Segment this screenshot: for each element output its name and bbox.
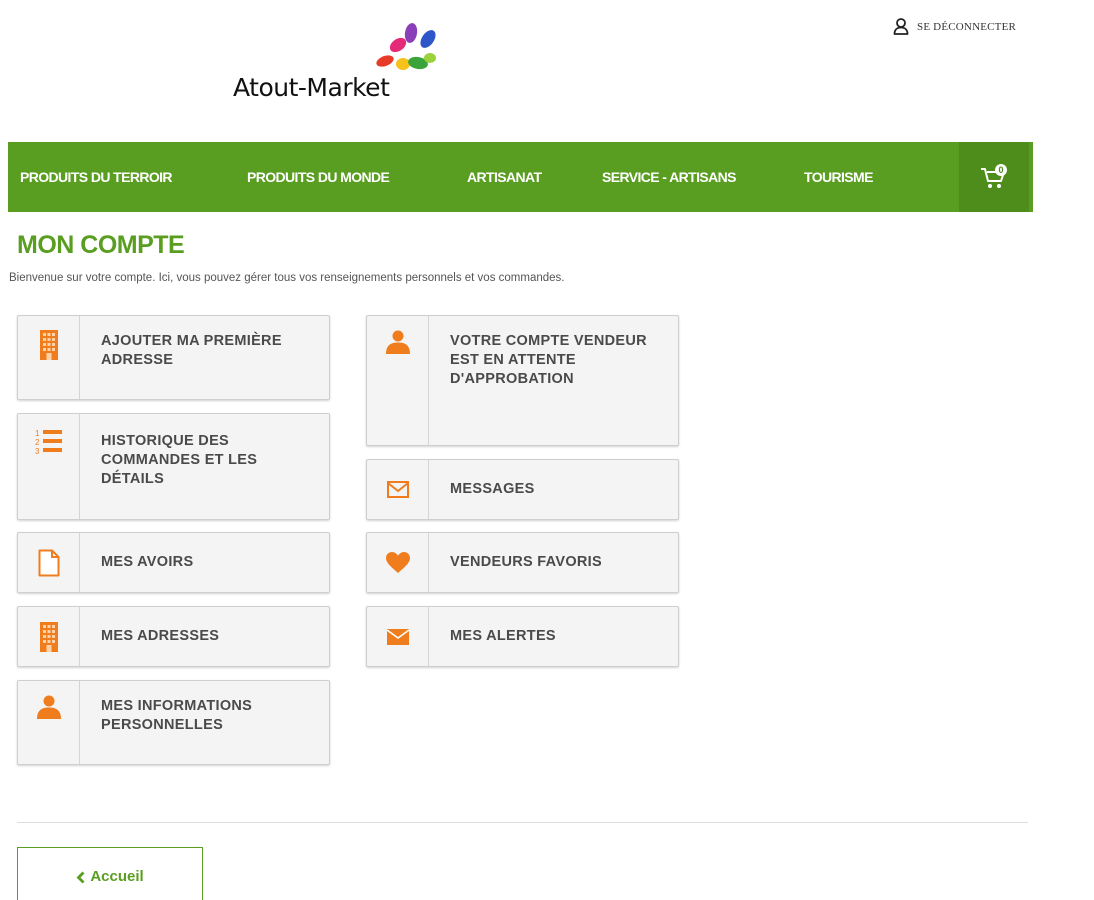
- building-icon: [39, 330, 58, 360]
- cart-button[interactable]: 0: [959, 142, 1029, 212]
- my-addresses-tile[interactable]: MES ADRESSES: [17, 606, 330, 667]
- tile-icon-cell: [367, 316, 429, 445]
- my-credit-slips-tile[interactable]: MES AVOIRS: [17, 532, 330, 593]
- personal-info-tile[interactable]: MES INFORMATIONS PERSONNELLES: [17, 680, 330, 765]
- tile-label: HISTORIQUE DES COMMANDES ET LES DÉTAILS: [101, 433, 258, 487]
- heart-icon: [385, 551, 410, 573]
- tile-icon-cell: 1 2 3: [18, 414, 80, 519]
- tile-icon-cell: [18, 533, 80, 592]
- chevron-left-icon: [76, 871, 85, 884]
- seller-account-pending-tile[interactable]: VOTRE COMPTE VENDEUR EST EN ATTENTE D'AP…: [366, 315, 679, 446]
- envelope-outline-icon: [386, 481, 409, 498]
- tile-label: MES INFORMATIONS PERSONNELLES: [101, 698, 253, 733]
- document-icon: [38, 549, 59, 576]
- tile-label: MES ALERTES: [450, 628, 556, 644]
- page-subtitle: Bienvenue sur votre compte. Ici, vous po…: [9, 272, 565, 284]
- tile-icon-cell: [367, 460, 429, 519]
- tile-label: MES AVOIRS: [101, 554, 194, 570]
- page-title: MON COMPTE: [17, 231, 185, 259]
- tile-icon-cell: [367, 533, 429, 592]
- tile-icon-cell: [367, 607, 429, 666]
- svg-text:1: 1: [35, 429, 40, 438]
- logout-label: SE DÉCONNECTER: [917, 20, 1017, 33]
- cart-count: 0: [998, 165, 1003, 175]
- back-home-label: Accueil: [90, 868, 144, 885]
- tile-icon-cell: [18, 316, 80, 399]
- tile-label: AJOUTER MA PREMIÈRE ADRESSE: [101, 333, 282, 368]
- my-alerts-tile[interactable]: MES ALERTES: [366, 606, 679, 667]
- nav-item-artisanat[interactable]: ARTISANAT: [467, 142, 542, 212]
- cart-icon: 0: [981, 164, 1007, 188]
- logout-link[interactable]: SE DÉCONNECTER: [893, 18, 1016, 35]
- nav-item-service-artisans[interactable]: SERVICE - ARTISANS: [602, 142, 736, 212]
- nav-item-tourisme[interactable]: TOURISME: [804, 142, 873, 212]
- envelope-icon: [386, 628, 409, 645]
- back-home-button[interactable]: Accueil: [17, 847, 203, 900]
- logo-text: Atout-Market: [233, 73, 390, 102]
- footer-divider: [17, 822, 1028, 823]
- building-icon: [39, 621, 58, 652]
- user-outline-icon: [893, 18, 909, 35]
- nav-item-produits-du-monde[interactable]: PRODUITS DU MONDE: [247, 142, 390, 212]
- order-history-tile[interactable]: 1 2 3 HISTORIQUE DES COMMANDES ET LES DÉ…: [17, 413, 330, 520]
- user-icon: [36, 695, 61, 719]
- tile-label: VENDEURS FAVORIS: [450, 554, 602, 570]
- site-logo[interactable]: Atout-Market: [225, 18, 465, 110]
- svg-text:3: 3: [35, 447, 40, 456]
- add-first-address-tile[interactable]: AJOUTER MA PREMIÈRE ADRESSE: [17, 315, 330, 400]
- tile-label: MES ADRESSES: [101, 628, 220, 644]
- user-icon: [385, 330, 410, 354]
- tile-label: MESSAGES: [450, 481, 535, 497]
- ordered-list-icon: 1 2 3: [35, 429, 62, 456]
- main-navigation: PRODUITS DU TERROIR PRODUITS DU MONDE AR…: [8, 142, 1033, 212]
- messages-tile[interactable]: MESSAGES: [366, 459, 679, 520]
- svg-text:2: 2: [35, 438, 40, 447]
- favorite-sellers-tile[interactable]: VENDEURS FAVORIS: [366, 532, 679, 593]
- tile-label: VOTRE COMPTE VENDEUR EST EN ATTENTE D'AP…: [450, 333, 647, 387]
- logo-petals-icon: [376, 23, 436, 70]
- tile-icon-cell: [18, 607, 80, 666]
- nav-item-produits-du-terroir[interactable]: PRODUITS DU TERROIR: [20, 142, 173, 212]
- tile-icon-cell: [18, 681, 80, 764]
